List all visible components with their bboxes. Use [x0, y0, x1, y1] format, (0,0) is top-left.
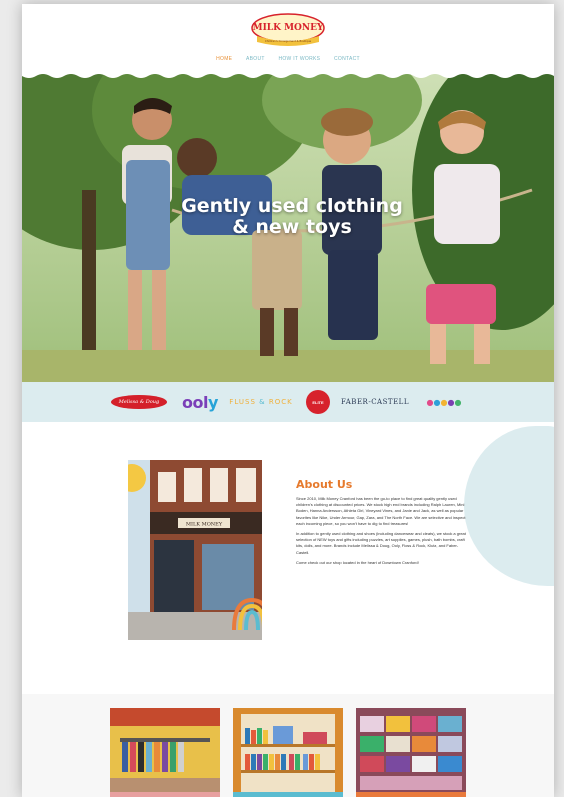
about-section: MILK MONEY About Us Since 2010, Milk Mon…	[22, 422, 554, 694]
hero-title-line1: Gently used clothing	[181, 195, 403, 217]
hero-title-line2: & new toys	[232, 216, 352, 238]
brand-ooly-logo: ool y	[182, 392, 218, 412]
nav-home[interactable]: HOME	[216, 56, 232, 62]
nav-how-it-works[interactable]: HOW IT WORKS	[278, 56, 320, 62]
brand-crayola-logo: ● ● ● ● ●	[426, 397, 462, 407]
svg-text:MILK MONEY: MILK MONEY	[253, 23, 324, 33]
about-title: About Us	[296, 478, 353, 491]
brand-faber-castell-logo: FABER-CASTELL	[341, 398, 409, 406]
main-nav: HOME ABOUT HOW IT WORKS CONTACT	[22, 56, 554, 62]
gallery-image-books[interactable]	[233, 708, 343, 797]
gallery-image-clothing[interactable]	[110, 708, 220, 797]
gallery-image-toys[interactable]	[356, 708, 466, 797]
about-paragraph: Come check out our shop located in the h…	[296, 559, 419, 565]
about-text: Since 2010, Milk Money Cranford has been…	[296, 496, 468, 570]
store-photo: MILK MONEY	[128, 460, 262, 640]
page-card: MILK MONEY Children's Consignment & Bout…	[22, 4, 554, 797]
svg-text:MILK MONEY: MILK MONEY	[186, 522, 223, 528]
gallery-section	[22, 694, 554, 797]
hero-banner: Gently used clothing & new toys	[22, 70, 554, 382]
brand-melissa-doug-logo: Melissa & Doug	[110, 392, 168, 412]
brand-logos-strip: Melissa & Doug ool y FLUSS & ROCK ELITE F…	[22, 382, 554, 422]
site-header: MILK MONEY Children's Consignment & Bout…	[22, 4, 554, 70]
brand-fluss-rock-logo: FLUSS & ROCK	[229, 398, 293, 406]
brand-elite-logo: ELITE	[304, 390, 332, 414]
about-paragraph: In addition to gently used clothing and …	[296, 531, 466, 555]
nav-about[interactable]: ABOUT	[246, 56, 265, 62]
nav-contact[interactable]: CONTACT	[334, 56, 360, 62]
hero-title: Gently used clothing & new toys	[162, 196, 422, 238]
svg-text:Children's Consignment & Bouti: Children's Consignment & Boutique	[265, 39, 312, 43]
site-logo[interactable]: MILK MONEY Children's Consignment & Bout…	[249, 12, 327, 48]
decorative-blob	[464, 426, 554, 586]
about-paragraph: Since 2010, Milk Money Cranford has been…	[296, 496, 466, 526]
